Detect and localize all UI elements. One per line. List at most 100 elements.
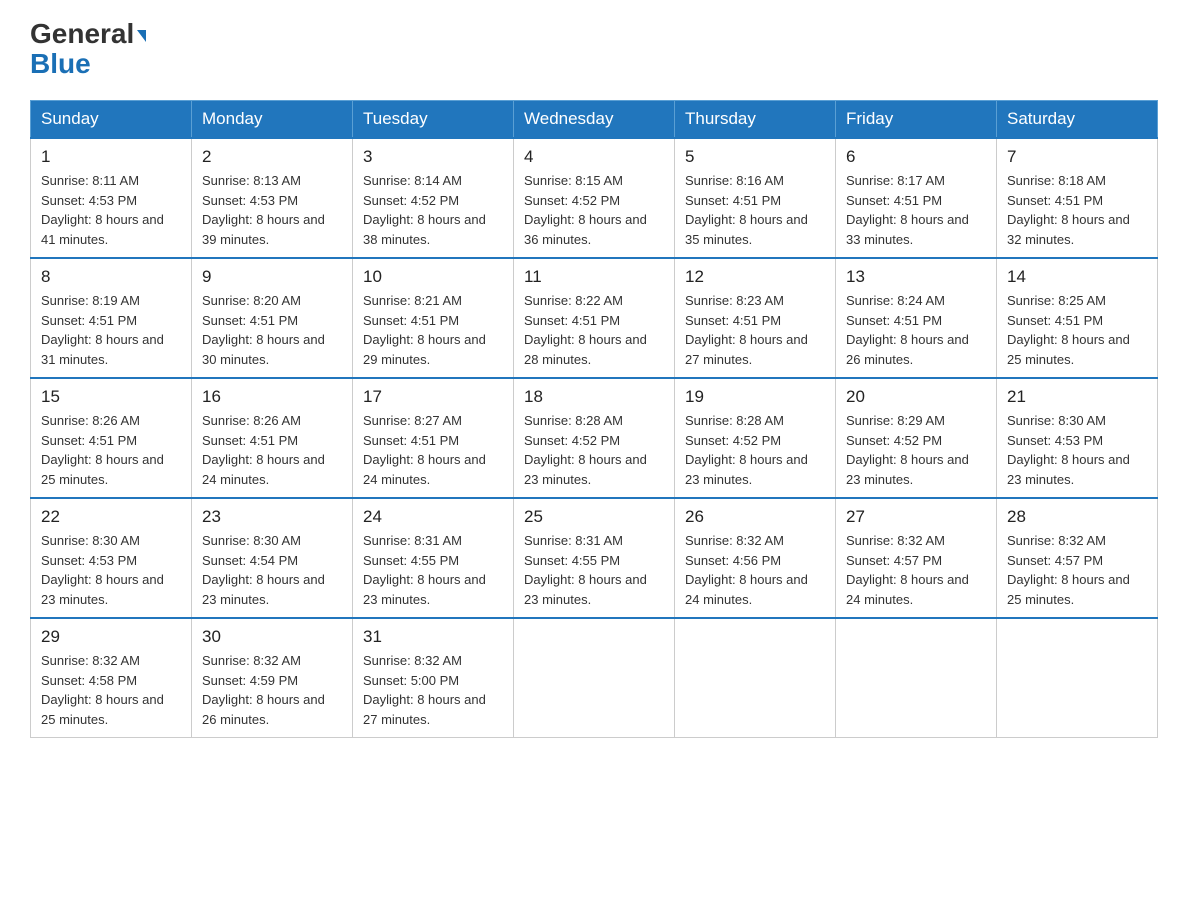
day-info: Sunrise: 8:11 AMSunset: 4:53 PMDaylight:… [41, 171, 181, 249]
day-number: 31 [363, 627, 503, 647]
day-of-week-header: Saturday [997, 101, 1158, 139]
calendar-week-row: 15 Sunrise: 8:26 AMSunset: 4:51 PMDayligh… [31, 378, 1158, 498]
day-number: 8 [41, 267, 181, 287]
day-info: Sunrise: 8:21 AMSunset: 4:51 PMDaylight:… [363, 291, 503, 369]
logo-line2: Blue [30, 48, 91, 80]
calendar-day-cell: 15 Sunrise: 8:26 AMSunset: 4:51 PMDayligh… [31, 378, 192, 498]
day-number: 12 [685, 267, 825, 287]
day-number: 1 [41, 147, 181, 167]
calendar-day-cell: 17Sunrise: 8:27 AMSunset: 4:51 PMDayligh… [353, 378, 514, 498]
day-number: 9 [202, 267, 342, 287]
logo-line1: General [30, 20, 146, 48]
day-info: Sunrise: 8:19 AMSunset: 4:51 PMDaylight:… [41, 291, 181, 369]
day-number: 22 [41, 507, 181, 527]
calendar-day-cell [997, 618, 1158, 738]
day-number: 11 [524, 267, 664, 287]
calendar-day-cell: 1 Sunrise: 8:11 AMSunset: 4:53 PMDaylight… [31, 138, 192, 258]
calendar-day-cell: 14 Sunrise: 8:25 AMSunset: 4:51 PMDayligh… [997, 258, 1158, 378]
day-number: 30 [202, 627, 342, 647]
calendar-table: SundayMondayTuesdayWednesdayThursdayFrid… [30, 100, 1158, 738]
calendar-day-cell [836, 618, 997, 738]
calendar-week-row: 8 Sunrise: 8:19 AMSunset: 4:51 PMDaylight… [31, 258, 1158, 378]
day-info: Sunrise: 8:23 AMSunset: 4:51 PMDaylight:… [685, 291, 825, 369]
calendar-day-cell: 7 Sunrise: 8:18 AMSunset: 4:51 PMDaylight… [997, 138, 1158, 258]
day-number: 15 [41, 387, 181, 407]
calendar-day-cell: 29 Sunrise: 8:32 AMSunset: 4:58 PMDayligh… [31, 618, 192, 738]
day-info: Sunrise: 8:18 AMSunset: 4:51 PMDaylight:… [1007, 171, 1147, 249]
day-number: 25 [524, 507, 664, 527]
calendar-week-row: 22Sunrise: 8:30 AMSunset: 4:53 PMDayligh… [31, 498, 1158, 618]
day-info: Sunrise: 8:32 AMSunset: 4:57 PMDaylight:… [846, 531, 986, 609]
day-of-week-header: Wednesday [514, 101, 675, 139]
calendar-day-cell: 31 Sunrise: 8:32 AMSunset: 5:00 PMDayligh… [353, 618, 514, 738]
calendar-day-cell: 24 Sunrise: 8:31 AMSunset: 4:55 PMDayligh… [353, 498, 514, 618]
day-number: 19 [685, 387, 825, 407]
day-number: 18 [524, 387, 664, 407]
day-info: Sunrise: 8:24 AMSunset: 4:51 PMDaylight:… [846, 291, 986, 369]
calendar-week-row: 29 Sunrise: 8:32 AMSunset: 4:58 PMDayligh… [31, 618, 1158, 738]
day-number: 23 [202, 507, 342, 527]
calendar-day-cell: 19 Sunrise: 8:28 AMSunset: 4:52 PMDayligh… [675, 378, 836, 498]
calendar-day-cell: 22Sunrise: 8:30 AMSunset: 4:53 PMDayligh… [31, 498, 192, 618]
day-info: Sunrise: 8:20 AMSunset: 4:51 PMDaylight:… [202, 291, 342, 369]
day-info: Sunrise: 8:27 AMSunset: 4:51 PMDaylight:… [363, 411, 503, 489]
calendar-day-cell: 28Sunrise: 8:32 AMSunset: 4:57 PMDayligh… [997, 498, 1158, 618]
calendar-day-cell: 13 Sunrise: 8:24 AMSunset: 4:51 PMDayligh… [836, 258, 997, 378]
day-info: Sunrise: 8:17 AMSunset: 4:51 PMDaylight:… [846, 171, 986, 249]
calendar-day-cell: 10 Sunrise: 8:21 AMSunset: 4:51 PMDayligh… [353, 258, 514, 378]
page-header: General Blue [30, 20, 1158, 80]
day-number: 2 [202, 147, 342, 167]
day-number: 10 [363, 267, 503, 287]
day-info: Sunrise: 8:14 AMSunset: 4:52 PMDaylight:… [363, 171, 503, 249]
calendar-day-cell: 23Sunrise: 8:30 AMSunset: 4:54 PMDayligh… [192, 498, 353, 618]
day-info: Sunrise: 8:26 AMSunset: 4:51 PMDaylight:… [41, 411, 181, 489]
day-number: 4 [524, 147, 664, 167]
day-info: Sunrise: 8:32 AMSunset: 4:58 PMDaylight:… [41, 651, 181, 729]
day-number: 20 [846, 387, 986, 407]
day-info: Sunrise: 8:16 AMSunset: 4:51 PMDaylight:… [685, 171, 825, 249]
day-info: Sunrise: 8:28 AMSunset: 4:52 PMDaylight:… [685, 411, 825, 489]
day-number: 14 [1007, 267, 1147, 287]
calendar-day-cell: 18 Sunrise: 8:28 AMSunset: 4:52 PMDayligh… [514, 378, 675, 498]
day-info: Sunrise: 8:29 AMSunset: 4:52 PMDaylight:… [846, 411, 986, 489]
calendar-day-cell: 6Sunrise: 8:17 AMSunset: 4:51 PMDaylight… [836, 138, 997, 258]
day-info: Sunrise: 8:31 AMSunset: 4:55 PMDaylight:… [524, 531, 664, 609]
calendar-day-cell: 11 Sunrise: 8:22 AMSunset: 4:51 PMDayligh… [514, 258, 675, 378]
day-of-week-header: Sunday [31, 101, 192, 139]
day-info: Sunrise: 8:32 AMSunset: 4:59 PMDaylight:… [202, 651, 342, 729]
calendar-day-cell: 4 Sunrise: 8:15 AMSunset: 4:52 PMDaylight… [514, 138, 675, 258]
day-number: 13 [846, 267, 986, 287]
day-info: Sunrise: 8:25 AMSunset: 4:51 PMDaylight:… [1007, 291, 1147, 369]
calendar-day-cell: 20 Sunrise: 8:29 AMSunset: 4:52 PMDayligh… [836, 378, 997, 498]
day-number: 24 [363, 507, 503, 527]
day-of-week-header: Thursday [675, 101, 836, 139]
calendar-day-cell: 25 Sunrise: 8:31 AMSunset: 4:55 PMDayligh… [514, 498, 675, 618]
day-number: 3 [363, 147, 503, 167]
day-info: Sunrise: 8:22 AMSunset: 4:51 PMDaylight:… [524, 291, 664, 369]
calendar-day-cell: 3 Sunrise: 8:14 AMSunset: 4:52 PMDaylight… [353, 138, 514, 258]
calendar-day-cell: 26Sunrise: 8:32 AMSunset: 4:56 PMDayligh… [675, 498, 836, 618]
calendar-day-cell [675, 618, 836, 738]
day-info: Sunrise: 8:26 AMSunset: 4:51 PMDaylight:… [202, 411, 342, 489]
day-info: Sunrise: 8:13 AMSunset: 4:53 PMDaylight:… [202, 171, 342, 249]
calendar-day-cell: 5 Sunrise: 8:16 AMSunset: 4:51 PMDaylight… [675, 138, 836, 258]
day-info: Sunrise: 8:28 AMSunset: 4:52 PMDaylight:… [524, 411, 664, 489]
calendar-week-row: 1 Sunrise: 8:11 AMSunset: 4:53 PMDaylight… [31, 138, 1158, 258]
calendar-day-cell: 12 Sunrise: 8:23 AMSunset: 4:51 PMDayligh… [675, 258, 836, 378]
day-info: Sunrise: 8:30 AMSunset: 4:53 PMDaylight:… [1007, 411, 1147, 489]
calendar-day-cell: 8 Sunrise: 8:19 AMSunset: 4:51 PMDaylight… [31, 258, 192, 378]
calendar-day-cell: 9 Sunrise: 8:20 AMSunset: 4:51 PMDaylight… [192, 258, 353, 378]
day-info: Sunrise: 8:32 AMSunset: 5:00 PMDaylight:… [363, 651, 503, 729]
logo: General Blue [30, 20, 146, 80]
day-of-week-header: Friday [836, 101, 997, 139]
calendar-day-cell: 27 Sunrise: 8:32 AMSunset: 4:57 PMDayligh… [836, 498, 997, 618]
day-number: 5 [685, 147, 825, 167]
day-number: 7 [1007, 147, 1147, 167]
day-number: 27 [846, 507, 986, 527]
day-info: Sunrise: 8:15 AMSunset: 4:52 PMDaylight:… [524, 171, 664, 249]
day-number: 26 [685, 507, 825, 527]
day-of-week-header: Monday [192, 101, 353, 139]
day-info: Sunrise: 8:31 AMSunset: 4:55 PMDaylight:… [363, 531, 503, 609]
calendar-header-row: SundayMondayTuesdayWednesdayThursdayFrid… [31, 101, 1158, 139]
day-number: 29 [41, 627, 181, 647]
